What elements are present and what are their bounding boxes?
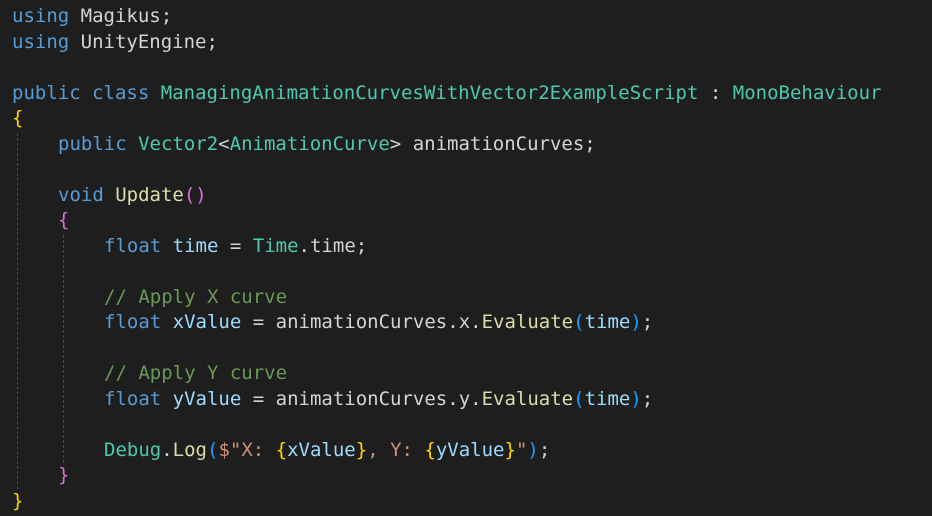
string-literal: $"X: <box>218 439 276 461</box>
angle-open: < <box>218 133 230 155</box>
operator: = <box>252 311 265 333</box>
comment: // Apply Y curve <box>104 362 288 384</box>
paren-open: ( <box>573 311 585 333</box>
type-argument: AnimationCurve <box>229 133 390 155</box>
code-line-15[interactable]: // Apply Y curve <box>104 361 287 387</box>
keyword: using <box>12 31 70 53</box>
code-line-9[interactable]: { <box>58 208 69 234</box>
code-line-5[interactable]: { <box>12 106 23 132</box>
keyword: public <box>12 82 81 104</box>
class-ref: Debug <box>104 439 162 461</box>
argument: time <box>584 388 631 410</box>
interp-brace-close: } <box>504 439 516 461</box>
keyword: using <box>12 5 70 27</box>
keyword: class <box>92 82 150 104</box>
code-line-8[interactable]: void Update() <box>58 183 207 209</box>
code-line-12[interactable]: // Apply X curve <box>104 285 287 311</box>
method-call: Evaluate <box>481 311 574 333</box>
property: y <box>458 388 471 410</box>
keyword: float <box>104 235 162 257</box>
code-line-10[interactable]: float time = Time.time; <box>104 234 367 260</box>
paren-open: ( <box>206 439 219 461</box>
indent-guide <box>63 235 64 463</box>
code-line-19[interactable]: } <box>58 463 69 489</box>
paren-close: ) <box>630 388 642 410</box>
method-name: Update <box>115 184 184 206</box>
colon: : <box>709 82 722 104</box>
semicolon: ; <box>206 31 218 53</box>
code-editor[interactable]: using Magikus; using UnityEngine; public… <box>0 0 932 516</box>
interp-variable: xValue <box>287 439 356 461</box>
interp-brace-open: { <box>424 439 436 461</box>
keyword: float <box>104 388 162 410</box>
paren-close: ) <box>527 439 539 461</box>
paren-open: ( <box>573 388 585 410</box>
object-ref: animationCurves <box>275 311 448 333</box>
variable: xValue <box>172 311 242 333</box>
base-class: MonoBehaviour <box>732 82 882 104</box>
dot: . <box>447 388 459 410</box>
dot: . <box>161 439 173 461</box>
semicolon: ; <box>355 235 368 257</box>
namespace: UnityEngine <box>80 31 207 53</box>
semicolon: ; <box>641 388 654 410</box>
code-line-6[interactable]: public Vector2<AnimationCurve> animation… <box>58 132 596 158</box>
brace: { <box>12 107 24 129</box>
operator: = <box>252 388 265 410</box>
code-line-2[interactable]: using UnityEngine; <box>12 30 218 56</box>
property: time <box>310 235 356 257</box>
method-call: Evaluate <box>481 388 574 410</box>
code-line-1[interactable]: using Magikus; <box>12 4 172 30</box>
property: x <box>458 311 471 333</box>
dot: . <box>470 388 482 410</box>
argument: time <box>584 311 631 333</box>
dot: . <box>298 235 310 257</box>
semicolon: ; <box>641 311 654 333</box>
class-name: ManagingAnimationCurvesWithVector2Exampl… <box>160 82 699 104</box>
variable: time <box>172 235 219 257</box>
code-line-13[interactable]: float xValue = animationCurves.x.Evaluat… <box>104 310 653 336</box>
semicolon: ; <box>584 133 596 155</box>
keyword: void <box>58 184 104 206</box>
object-ref: animationCurves <box>275 388 448 410</box>
type-name: Vector2 <box>138 133 219 155</box>
comment: // Apply X curve <box>104 286 288 308</box>
field-name: animationCurves <box>412 133 585 155</box>
paren-close: ) <box>630 311 642 333</box>
class-ref: Time <box>252 235 299 257</box>
dot: . <box>470 311 482 333</box>
variable: yValue <box>172 388 242 410</box>
interp-variable: yValue <box>435 439 505 461</box>
string-literal: , Y: <box>367 439 425 461</box>
dot: . <box>447 311 459 333</box>
brace: } <box>12 490 24 512</box>
brace: { <box>58 209 70 231</box>
code-line-4[interactable]: public class ManagingAnimationCurvesWith… <box>12 81 881 107</box>
keyword: public <box>58 133 127 155</box>
brace: } <box>58 464 70 486</box>
keyword: float <box>104 311 162 333</box>
namespace: Magikus <box>80 5 161 27</box>
semicolon: ; <box>538 439 551 461</box>
code-line-16[interactable]: float yValue = animationCurves.y.Evaluat… <box>104 387 653 413</box>
interp-brace-close: } <box>355 439 368 461</box>
parens: () <box>183 184 207 206</box>
method-call: Log <box>172 439 207 461</box>
indent-guide <box>17 133 18 489</box>
code-line-20[interactable]: } <box>12 489 23 515</box>
interp-brace-open: { <box>275 439 288 461</box>
code-line-18[interactable]: Debug.Log($"X: {xValue}, Y: {yValue}"); <box>104 438 550 464</box>
operator: = <box>229 235 242 257</box>
angle-close: > <box>389 133 402 155</box>
semicolon: ; <box>160 5 173 27</box>
string-literal: " <box>515 439 528 461</box>
